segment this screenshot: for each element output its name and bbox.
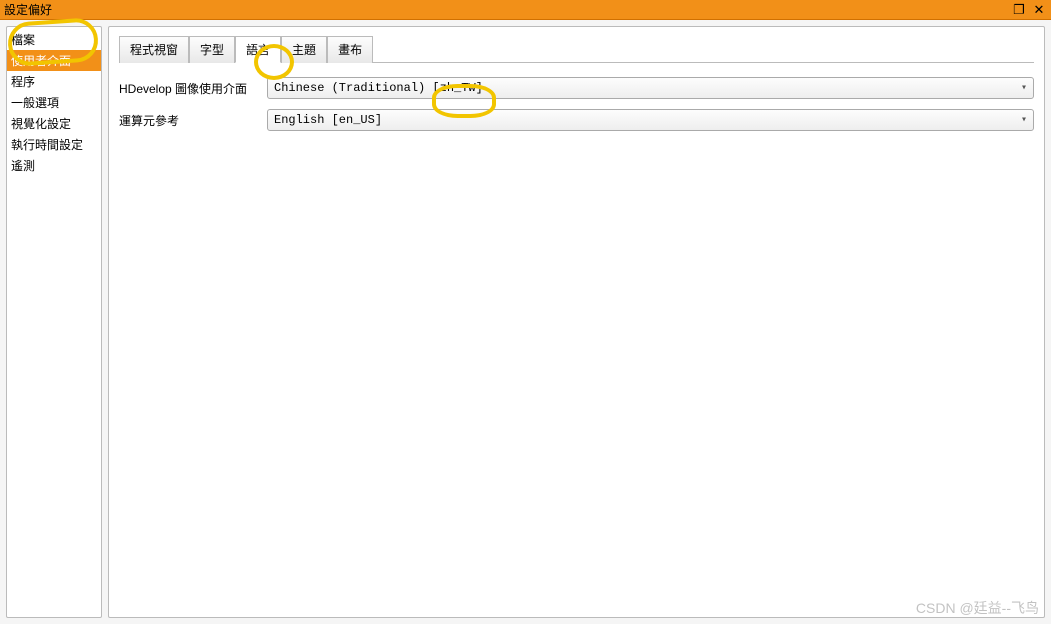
combobox-operator-ref-value: English [en_US] xyxy=(274,113,382,127)
label-gui-language: HDevelop 圖像使用介面 xyxy=(119,80,267,97)
sidebar-item-runtime[interactable]: 執行時間設定 xyxy=(7,134,101,155)
tab-language[interactable]: 語言 xyxy=(235,36,281,63)
tab-program-window[interactable]: 程式視窗 xyxy=(119,36,189,63)
titlebar-controls: ❐ ✕ xyxy=(1011,2,1047,18)
combobox-gui-language[interactable]: Chinese (Traditional) [zh_TW] ▾ xyxy=(267,77,1034,99)
tab-canvas[interactable]: 畫布 xyxy=(327,36,373,63)
chevron-down-icon: ▾ xyxy=(1021,114,1027,126)
sidebar-item-file[interactable]: 檔案 xyxy=(7,29,101,50)
sidebar-item-visualization[interactable]: 視覺化設定 xyxy=(7,113,101,134)
sidebar: 檔案 使用者介面 程序 一般選項 視覺化設定 執行時間設定 遙測 xyxy=(6,26,102,618)
titlebar: 設定偏好 ❐ ✕ xyxy=(0,0,1051,20)
content-panel: 程式視窗 字型 語言 主題 畫布 HDevelop 圖像使用介面 Chinese… xyxy=(108,26,1045,618)
sidebar-item-telemetry[interactable]: 遙測 xyxy=(7,155,101,176)
form-row-gui-language: HDevelop 圖像使用介面 Chinese (Traditional) [z… xyxy=(119,77,1034,99)
tab-theme[interactable]: 主題 xyxy=(281,36,327,63)
combobox-gui-language-value: Chinese (Traditional) [zh_TW] xyxy=(274,81,483,95)
restore-button[interactable]: ❐ xyxy=(1011,2,1027,18)
chevron-down-icon: ▾ xyxy=(1021,82,1027,94)
close-button[interactable]: ✕ xyxy=(1031,2,1047,18)
sidebar-item-procedure[interactable]: 程序 xyxy=(7,71,101,92)
form-row-operator-ref: 運算元參考 English [en_US] ▾ xyxy=(119,109,1034,131)
sidebar-item-ui[interactable]: 使用者介面 xyxy=(7,50,101,71)
tabs: 程式視窗 字型 語言 主題 畫布 xyxy=(119,35,1034,63)
main-area: 檔案 使用者介面 程序 一般選項 視覺化設定 執行時間設定 遙測 程式視窗 字型… xyxy=(0,20,1051,624)
window-title: 設定偏好 xyxy=(4,1,1011,18)
sidebar-item-general[interactable]: 一般選項 xyxy=(7,92,101,113)
tab-font[interactable]: 字型 xyxy=(189,36,235,63)
combobox-operator-ref[interactable]: English [en_US] ▾ xyxy=(267,109,1034,131)
label-operator-ref: 運算元參考 xyxy=(119,112,267,129)
